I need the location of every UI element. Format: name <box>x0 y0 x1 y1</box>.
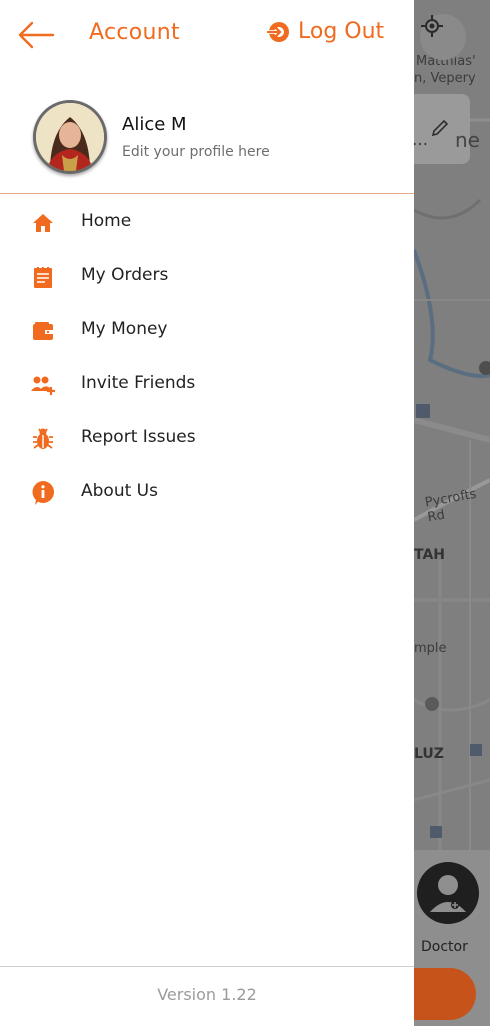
menu-item-label: Report Issues <box>81 427 196 447</box>
arrow-left-icon <box>18 21 55 49</box>
my-location-button[interactable] <box>420 14 466 60</box>
doctor-label: Doctor <box>421 939 468 955</box>
menu-item-label: My Orders <box>81 265 169 285</box>
avatar[interactable] <box>33 100 107 174</box>
app-version: Version 1.22 <box>157 985 257 1004</box>
logout-button[interactable]: Log Out <box>266 19 384 44</box>
orders-icon <box>31 265 55 289</box>
wallet-icon <box>31 319 55 343</box>
menu-item-my-orders[interactable]: My Orders <box>0 250 414 304</box>
edit-profile-link[interactable]: Edit your profile here <box>122 144 270 160</box>
logout-label: Log Out <box>298 19 385 44</box>
profile-photo <box>36 103 104 171</box>
logout-icon <box>266 21 289 42</box>
map-label: TAH <box>414 547 446 563</box>
doctor-icon <box>430 875 466 912</box>
book-button[interactable] <box>414 968 476 1020</box>
menu-list: Home My Orders My Money Invite Friends R… <box>0 196 414 520</box>
back-button[interactable] <box>16 18 56 52</box>
menu-item-label: Home <box>81 211 132 231</box>
menu-item-home[interactable]: Home <box>0 196 414 250</box>
page-title: Account <box>89 20 180 45</box>
navigation-drawer: Account Log Out Alice M Edit your profil… <box>0 0 414 1026</box>
home-icon <box>31 211 55 235</box>
footer-divider <box>0 966 414 967</box>
doctor-service-icon[interactable] <box>417 862 479 924</box>
menu-item-label: About Us <box>81 481 158 501</box>
menu-item-invite-friends[interactable]: Invite Friends <box>0 358 414 412</box>
menu-item-report-issues[interactable]: Report Issues <box>0 412 414 466</box>
menu-item-label: My Money <box>81 319 168 339</box>
bug-icon <box>31 427 55 451</box>
map-label: n, Vepery <box>414 71 476 86</box>
drawer-header: Account Log Out <box>0 0 414 68</box>
map-label: mple <box>414 641 447 656</box>
menu-item-label: Invite Friends <box>81 373 196 393</box>
person-photo-icon <box>36 103 104 171</box>
divider <box>0 193 414 194</box>
crosshair-icon <box>421 15 443 37</box>
invite-friends-icon <box>31 373 55 397</box>
profile-name: Alice M <box>122 114 187 135</box>
ellipsis-text: … <box>412 130 428 149</box>
info-icon <box>31 481 55 505</box>
map-label: LUZ <box>414 746 444 762</box>
card-text-fragment: ne <box>455 128 480 152</box>
menu-item-about-us[interactable]: About Us <box>0 466 414 520</box>
pencil-icon[interactable] <box>430 118 450 138</box>
profile-section[interactable]: Alice M Edit your profile here <box>0 92 414 192</box>
menu-item-my-money[interactable]: My Money <box>0 304 414 358</box>
